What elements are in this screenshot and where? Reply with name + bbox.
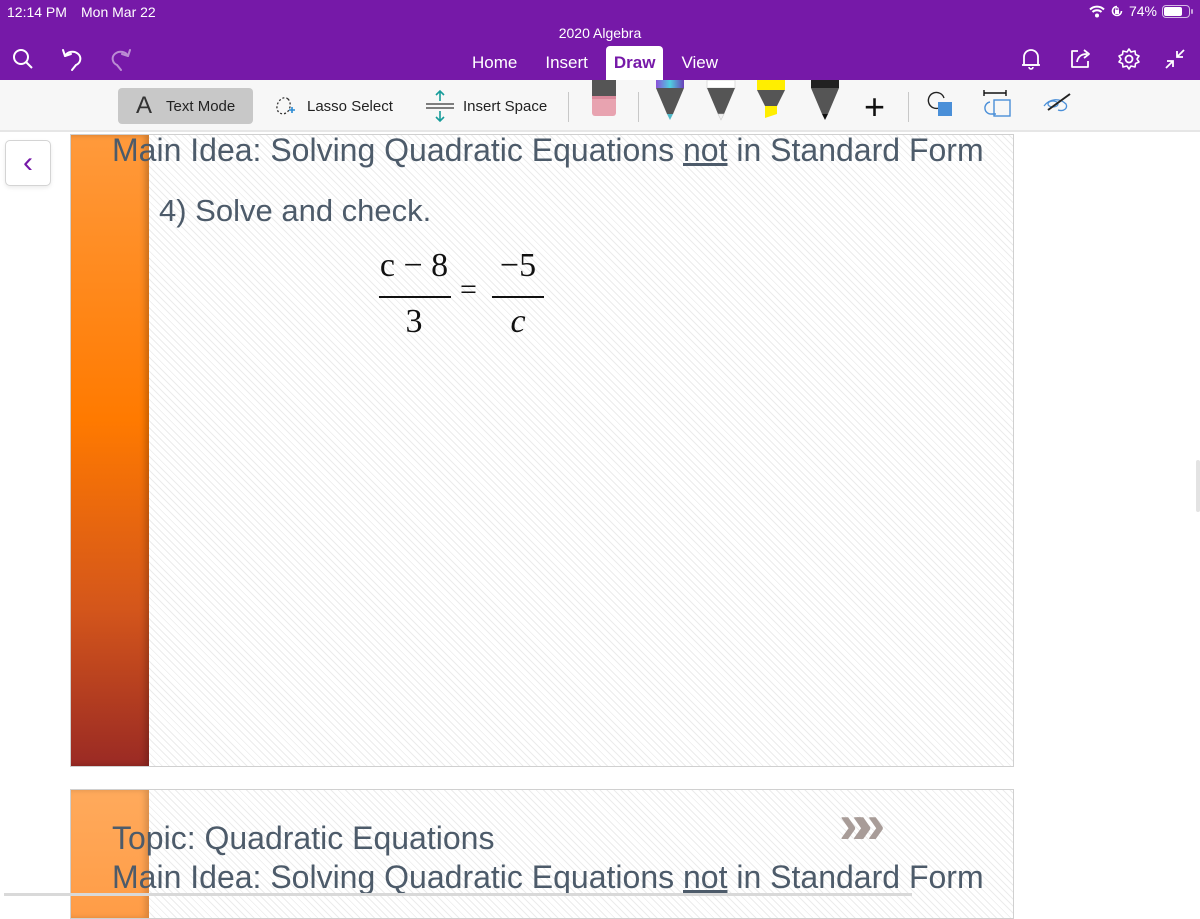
right-numerator: −5 (499, 247, 537, 284)
tab-home[interactable]: Home (462, 46, 527, 80)
ink-to-shape-icon[interactable] (980, 88, 1014, 122)
main-idea-heading-2: Main Idea: Solving Quadratic Equations n… (112, 859, 984, 895)
lasso-select-label: Lasso Select (307, 97, 393, 115)
undo-icon[interactable] (60, 46, 86, 72)
notebook-title: 2020 Algebra (558, 25, 642, 41)
status-right: 74% (1089, 3, 1193, 19)
text-mode-icon: A (136, 92, 153, 119)
eraser-icon[interactable] (590, 80, 618, 120)
ribbon-tabs: Home Insert Draw View (462, 46, 736, 80)
insert-space-label: Insert Space (463, 97, 548, 115)
vertical-scrollbar[interactable] (1196, 460, 1200, 512)
right-fraction-bar (492, 296, 544, 298)
left-fraction-bar (379, 296, 451, 298)
battery-percent: 74% (1128, 3, 1157, 19)
status-date: Mon Mar 22 (81, 4, 156, 20)
collapse-icon[interactable] (1162, 46, 1188, 72)
problem-statement: 4) Solve and check. (159, 193, 432, 228)
orientation-lock-icon (1111, 5, 1123, 17)
equals-sign: = (460, 273, 477, 306)
left-numerator: c − 8 (379, 247, 449, 284)
battery-fill (1164, 6, 1182, 16)
topic-heading: Topic: Quadratic Equations (112, 820, 495, 856)
tab-insert[interactable]: Insert (535, 46, 598, 80)
chevron-left-icon: ‹ (23, 146, 33, 179)
back-button[interactable]: ‹ (5, 140, 51, 186)
search-icon[interactable] (10, 46, 36, 72)
status-time: 12:14 PM (7, 4, 67, 20)
chevron-decoration-icon: »» (839, 792, 885, 855)
left-denominator: 3 (405, 303, 423, 340)
right-denominator: c (510, 303, 526, 340)
tab-view[interactable]: View (671, 46, 728, 80)
slide-image-1: Main Idea: Solving Quadratic Equations n… (70, 132, 1014, 767)
bell-icon[interactable] (1018, 46, 1044, 72)
horizontal-scrollbar[interactable] (4, 893, 912, 896)
shapes-icon[interactable] (926, 90, 956, 120)
toolbar-divider (908, 92, 909, 122)
galaxy-pen-icon[interactable] (655, 80, 685, 122)
equation: c − 8 3 = −5 c (376, 247, 546, 347)
black-pen-icon[interactable] (810, 80, 840, 122)
yellow-highlighter-icon[interactable] (756, 80, 786, 122)
redo-icon[interactable] (107, 46, 133, 72)
insert-space-button[interactable]: Insert Space (424, 88, 547, 124)
ribbon: 2020 Algebra Home Insert Draw View (0, 24, 1200, 80)
share-icon[interactable] (1068, 46, 1094, 72)
lasso-select-button[interactable]: Lasso Select (272, 88, 393, 124)
draw-toolbar: A Text Mode Lasso Select Insert Space + (0, 80, 1200, 132)
toolbar-divider (638, 92, 639, 122)
add-pen-button[interactable]: + (864, 86, 885, 128)
lasso-icon (276, 97, 295, 115)
status-bar: 12:14 PM Mon Mar 22 74% (0, 0, 1200, 24)
toolbar-divider (568, 92, 569, 122)
gear-icon[interactable] (1116, 46, 1142, 72)
insert-space-icon (426, 89, 454, 123)
white-pen-icon[interactable] (706, 80, 736, 122)
tab-draw[interactable]: Draw (605, 46, 664, 80)
battery-icon (1162, 4, 1193, 18)
text-mode-button[interactable]: A Text Mode (118, 88, 253, 124)
main-idea-heading: Main Idea: Solving Quadratic Equations n… (112, 132, 984, 168)
text-mode-label: Text Mode (166, 97, 236, 115)
slide-accent-bar (71, 135, 149, 766)
ink-replay-icon[interactable] (1040, 90, 1074, 120)
wifi-icon (1089, 5, 1105, 17)
